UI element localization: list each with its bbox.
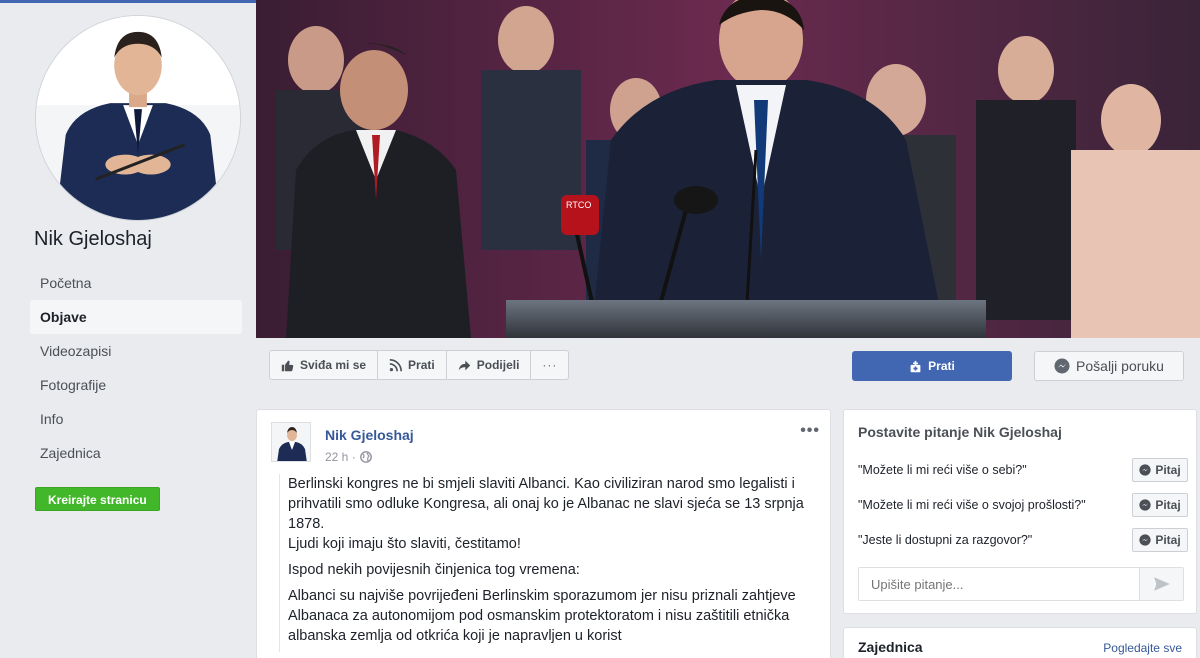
svg-text:RTCO: RTCO bbox=[566, 200, 591, 210]
nav-item-info[interactable]: Info bbox=[30, 402, 242, 436]
like-page-label: Sviđa mi se bbox=[300, 358, 367, 372]
community-widget: Zajednica Pogledajte sve bbox=[843, 627, 1197, 658]
nav-item-home[interactable]: Početna bbox=[30, 266, 242, 300]
page-actions-group: Sviđa mi se Prati Podijeli ··· bbox=[269, 350, 570, 380]
suggested-question-text: "Možete li mi reći više o svojoj prošlos… bbox=[858, 498, 1086, 512]
messenger-icon bbox=[1139, 534, 1151, 546]
nav-item-videos[interactable]: Videozapisi bbox=[30, 334, 242, 368]
ask-widget-title: Postavite pitanje Nik Gjeloshaj bbox=[858, 424, 1062, 440]
ask-question-button[interactable]: Pitaj bbox=[1132, 528, 1188, 552]
page-action-bar: Sviđa mi se Prati Podijeli ··· Prati Poš… bbox=[256, 338, 1200, 394]
nav-item-posts[interactable]: Objave bbox=[30, 300, 242, 334]
post-paragraph: Berlinski kongres ne bi smjeli slaviti A… bbox=[288, 476, 804, 552]
messenger-icon bbox=[1054, 358, 1070, 374]
rss-follow-icon bbox=[389, 358, 403, 371]
ask-question-button[interactable]: Pitaj bbox=[1132, 458, 1188, 482]
follow-page-button[interactable]: Prati bbox=[378, 351, 447, 379]
primary-follow-button[interactable]: Prati bbox=[852, 351, 1012, 381]
cover-photo-illustration: RTCO bbox=[256, 0, 1200, 338]
see-all-link[interactable]: Pogledajte sve bbox=[1103, 641, 1182, 655]
suggested-question-row: "Možete li mi reći više o sebi?" Pitaj bbox=[858, 457, 1188, 483]
send-question-button[interactable] bbox=[1139, 568, 1183, 600]
send-icon bbox=[1153, 577, 1170, 591]
send-message-label: Pošalji poruku bbox=[1076, 358, 1164, 374]
share-page-label: Podijeli bbox=[476, 358, 520, 372]
follow-page-label: Prati bbox=[408, 358, 435, 372]
community-title: Zajednica bbox=[858, 639, 923, 655]
thumbs-up-icon bbox=[281, 360, 294, 371]
left-sidebar: Nik Gjeloshaj Početna Objave Videozapisi… bbox=[0, 0, 256, 658]
ask-question-button-label: Pitaj bbox=[1155, 498, 1181, 512]
more-actions-button[interactable]: ··· bbox=[531, 351, 568, 379]
avatar-illustration bbox=[272, 423, 310, 461]
nav-item-photos[interactable]: Fotografije bbox=[30, 368, 242, 402]
create-page-button[interactable]: Kreirajte stranicu bbox=[35, 487, 160, 511]
share-arrow-icon bbox=[458, 360, 470, 370]
suggested-question-row: "Jeste li dostupni za razgovor?" Pitaj bbox=[858, 527, 1188, 553]
question-input-wrapper bbox=[858, 567, 1184, 601]
messenger-icon bbox=[1139, 464, 1151, 476]
primary-follow-label: Prati bbox=[928, 359, 955, 373]
profile-photo-illustration bbox=[36, 16, 240, 220]
post-paragraph: Ispod nekih povijesnih činjenica tog vre… bbox=[288, 562, 580, 578]
messenger-icon bbox=[1139, 499, 1151, 511]
share-page-button[interactable]: Podijeli bbox=[447, 351, 532, 379]
more-actions-label: ··· bbox=[542, 358, 558, 372]
post-paragraph: Albanci su najviše povrijeđeni Berlinski… bbox=[288, 588, 796, 644]
profile-picture[interactable] bbox=[35, 15, 241, 221]
post-author-avatar[interactable] bbox=[271, 422, 311, 462]
suggested-question-row: "Možete li mi reći više o svojoj prošlos… bbox=[858, 492, 1188, 518]
like-page-button[interactable]: Sviđa mi se bbox=[270, 351, 379, 379]
nav-item-community[interactable]: Zajednica bbox=[30, 436, 242, 470]
page-title[interactable]: Nik Gjeloshaj bbox=[34, 228, 152, 251]
ask-question-button-label: Pitaj bbox=[1155, 533, 1181, 547]
post-author-name[interactable]: Nik Gjeloshaj bbox=[325, 427, 414, 443]
globe-icon[interactable] bbox=[359, 451, 372, 463]
post-timestamp[interactable]: 22 h · bbox=[325, 450, 356, 464]
ask-question-button[interactable]: Pitaj bbox=[1132, 493, 1188, 517]
send-message-button[interactable]: Pošalji poruku bbox=[1034, 351, 1184, 381]
ask-question-widget: Postavite pitanje Nik Gjeloshaj "Možete … bbox=[843, 409, 1197, 614]
ask-question-button-label: Pitaj bbox=[1155, 463, 1181, 477]
feed-post: Nik Gjeloshaj 22 h · ••• Berlinski kongr… bbox=[256, 409, 831, 658]
suggested-question-text: "Možete li mi reći više o sebi?" bbox=[858, 463, 1027, 477]
post-meta: 22 h · bbox=[325, 450, 372, 464]
post-text: Berlinski kongres ne bi smjeli slaviti A… bbox=[279, 474, 819, 652]
suggested-question-text: "Jeste li dostupni za razgovor?" bbox=[858, 533, 1033, 547]
question-input[interactable] bbox=[859, 568, 1139, 600]
page-nav: Početna Objave Videozapisi Fotografije I… bbox=[30, 266, 242, 470]
cover-photo[interactable]: RTCO bbox=[256, 0, 1200, 338]
post-options-button[interactable]: ••• bbox=[800, 422, 820, 440]
follow-plus-icon bbox=[910, 360, 921, 372]
